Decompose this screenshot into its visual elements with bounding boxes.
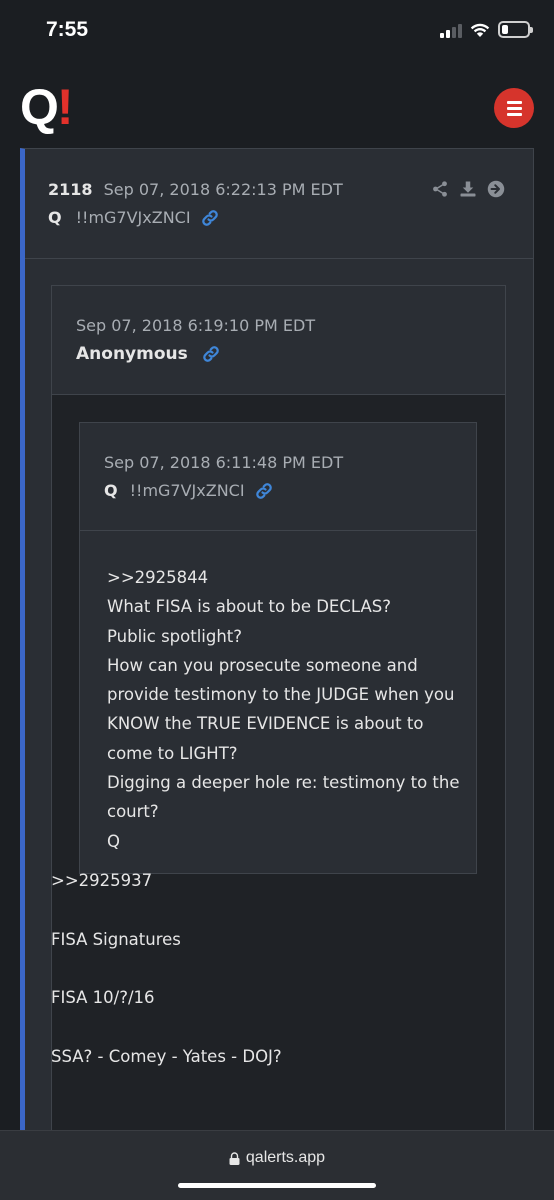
quoted-post-text: >>2925937 FISA Signatures FISA 10/?/16 S… (51, 870, 513, 1104)
app-header: Q! (0, 62, 554, 144)
post-body: Sep 07, 2018 6:19:10 PM EDT Anonymous Se… (25, 259, 533, 1137)
post-actions (431, 180, 505, 198)
text-line: Q (107, 831, 120, 851)
lock-icon (229, 1151, 240, 1165)
author-name: Q (104, 481, 118, 500)
text-line: court? (107, 802, 159, 822)
menu-button[interactable] (494, 88, 534, 128)
logo-bang: ! (56, 79, 74, 135)
text-line: How can you prosecute someone and (107, 655, 418, 675)
post-meta: 2118 Sep 07, 2018 6:22:13 PM EDT (48, 180, 343, 199)
nested-quoted-post-text: >>2925844 What FISA is about to be DECLA… (107, 563, 460, 856)
address-bar[interactable]: qalerts.app (0, 1149, 554, 1167)
text-line: Digging a deeper hole re: testimony to t… (107, 773, 460, 793)
quoted-post-header: Sep 07, 2018 6:19:10 PM EDT Anonymous (52, 286, 505, 395)
status-icons (440, 21, 533, 38)
status-time: 7:55 (46, 18, 89, 41)
link-icon[interactable] (201, 209, 219, 227)
wifi-icon (470, 23, 490, 37)
qalerts-logo[interactable]: Q! (20, 79, 74, 135)
post-card: 2118 Sep 07, 2018 6:22:13 PM EDT Q !!mG7… (20, 148, 534, 1138)
text-paragraph: FISA 10/?/16 (51, 988, 155, 1007)
share-icon[interactable] (431, 180, 449, 198)
author-name: Anonymous (76, 344, 188, 364)
cellular-signal-icon (440, 22, 462, 38)
post-header: 2118 Sep 07, 2018 6:22:13 PM EDT Q !!mG7… (25, 149, 533, 259)
nested-quoted-post-timestamp: Sep 07, 2018 6:11:48 PM EDT (104, 453, 344, 472)
nested-quoted-post-author: Q !!mG7VJxZNCI (104, 481, 273, 500)
link-icon[interactable] (202, 345, 220, 363)
tripcode: !!mG7VJxZNCI (129, 481, 245, 500)
nested-quoted-post: Sep 07, 2018 6:11:48 PM EDT Q !!mG7VJxZN… (79, 422, 477, 874)
text-line: What FISA is about to be DECLAS? (107, 597, 391, 617)
post-timestamp: Sep 07, 2018 6:22:13 PM EDT (103, 180, 343, 199)
nested-quoted-post-header: Sep 07, 2018 6:11:48 PM EDT Q !!mG7VJxZN… (80, 423, 476, 531)
link-icon[interactable] (255, 482, 273, 500)
download-icon[interactable] (459, 180, 477, 198)
menu-icon (506, 100, 522, 104)
battery-icon (498, 21, 533, 38)
post-reference-link[interactable]: >>2925937 (51, 870, 513, 892)
text-paragraph: SSA? - Comey - Yates - DOJ? (51, 1046, 282, 1066)
post-number[interactable]: 2118 (48, 180, 93, 199)
status-bar: 7:55 (0, 0, 554, 62)
quoted-post-timestamp: Sep 07, 2018 6:19:10 PM EDT (76, 316, 316, 335)
arrow-right-circle-icon[interactable] (487, 180, 505, 198)
text-line: provide testimony to the JUDGE when you (107, 685, 455, 705)
browser-bottom-bar: qalerts.app (0, 1130, 554, 1200)
author-name: Q (48, 208, 62, 227)
tripcode: !!mG7VJxZNCI (75, 208, 191, 227)
post-author: Q !!mG7VJxZNCI (48, 208, 219, 227)
logo-q: Q (20, 79, 59, 135)
quoted-post-author: Anonymous (76, 344, 220, 364)
post-reference-link[interactable]: >>2925844 (107, 563, 460, 592)
url-text: qalerts.app (245, 1149, 326, 1166)
text-paragraph: FISA Signatures (51, 929, 181, 949)
text-line: Public spotlight? (107, 626, 243, 646)
home-indicator[interactable] (178, 1183, 376, 1188)
text-line: come to LIGHT? (107, 743, 238, 763)
text-line: KNOW the TRUE EVIDENCE is about to (107, 714, 424, 734)
